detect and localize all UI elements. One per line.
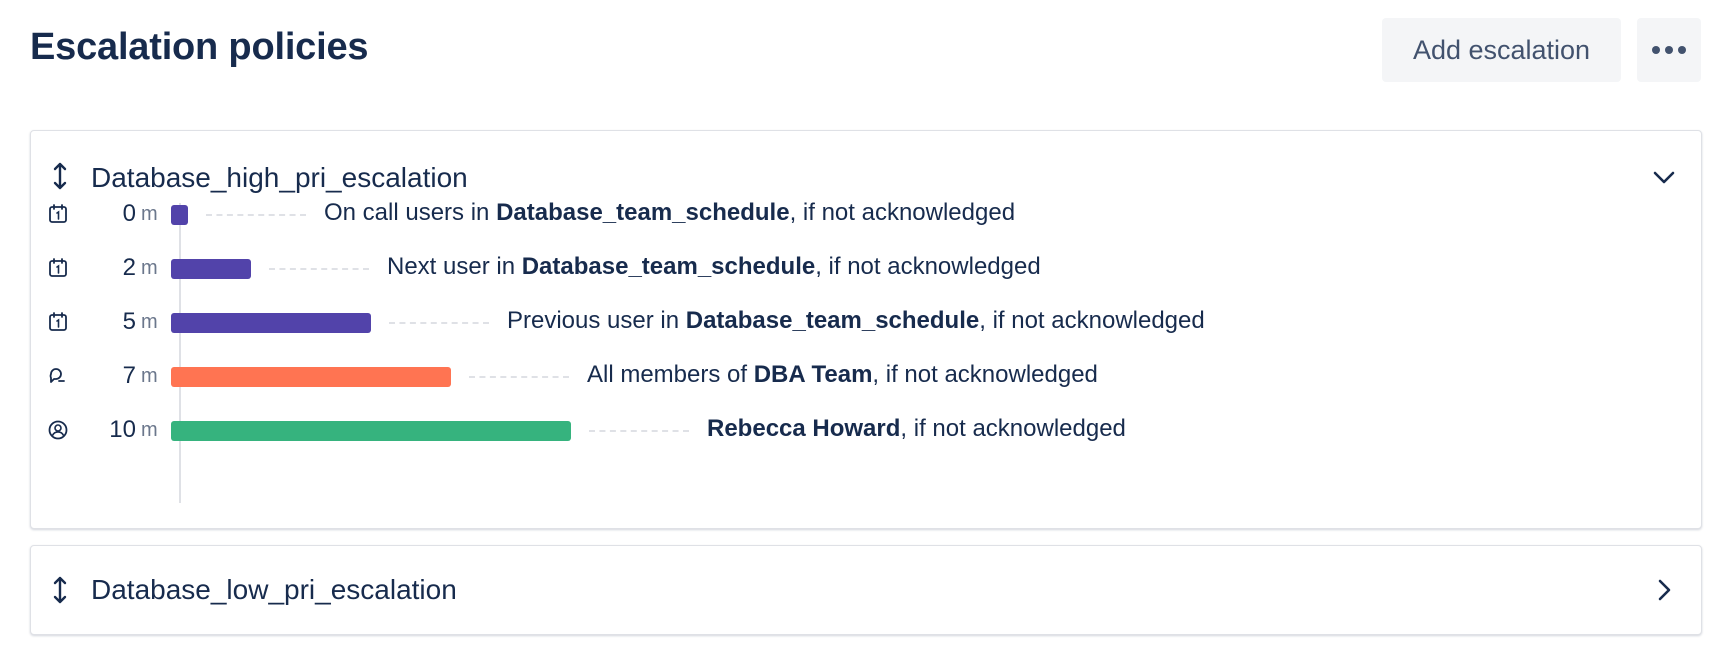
step-delay: 2	[122, 254, 136, 281]
step-delay: 5	[122, 308, 136, 335]
step-delay: 10	[109, 416, 136, 443]
step-description-prefix: Previous user in	[507, 307, 686, 334]
step-description: On call users in Database_team_schedule,…	[324, 199, 1015, 227]
step-description-suffix: , if not acknowledged	[789, 199, 1016, 226]
step-delay-unit: m	[141, 311, 158, 333]
step-description-suffix: , if not acknowledged	[872, 361, 1098, 388]
policy-header-low-pri[interactable]: Database_low_pri_escalation	[31, 546, 1701, 634]
step-delay-bar	[171, 259, 251, 279]
step-delay-unit: m	[141, 419, 158, 441]
page-title: Escalation policies	[30, 26, 369, 68]
step-delay-bar	[171, 205, 188, 225]
step-delay-unit: m	[141, 365, 158, 387]
step-connector	[206, 214, 306, 216]
step-delay: 7	[122, 362, 136, 389]
step-connector	[269, 268, 369, 270]
step-description-suffix: , if not acknowledged	[815, 253, 1041, 280]
add-escalation-button[interactable]: Add escalation	[1382, 18, 1621, 82]
step-description: Next user in Database_team_schedule, if …	[387, 253, 1041, 281]
policy-title: Database_high_pri_escalation	[91, 162, 468, 193]
calendar-icon	[49, 204, 67, 223]
step-delay-unit: m	[141, 203, 158, 225]
policy-title: Database_low_pri_escalation	[91, 574, 457, 605]
policy-card-low-pri: Database_low_pri_escalation	[30, 545, 1702, 635]
drag-handle-icon[interactable]	[49, 575, 71, 605]
escalation-step[interactable]: 5 m Previous user in Database_team_schedul…	[31, 302, 1701, 342]
policy-card-high-pri: Database_high_pri_escalation 0 m On call u…	[30, 130, 1702, 529]
step-description-suffix: , if not acknowledged	[979, 307, 1205, 334]
step-description-prefix: On call users in	[324, 199, 497, 226]
step-description-prefix: All members of	[587, 361, 754, 388]
team-icon	[49, 368, 65, 383]
step-description: All members of DBA Team, if not acknowle…	[587, 361, 1098, 389]
step-target: DBA Team	[753, 361, 873, 388]
step-connector	[389, 322, 489, 324]
step-delay-unit: m	[141, 257, 158, 279]
step-delay-bar	[171, 313, 371, 333]
step-connector	[469, 376, 569, 378]
step-delay-bar	[171, 421, 571, 441]
step-description-suffix: , if not acknowledged	[900, 415, 1126, 442]
chevron-right-icon[interactable]	[1651, 577, 1677, 603]
calendar-icon	[49, 312, 67, 331]
drag-handle-icon[interactable]	[49, 161, 71, 191]
calendar-icon	[49, 258, 67, 277]
escalation-step[interactable]: 10 m Rebecca Howard, if not acknowledged	[31, 410, 1701, 450]
escalation-step[interactable]: 7 m All members of DBA Team, if not acknow…	[31, 356, 1701, 396]
step-delay-bar	[171, 367, 451, 387]
escalation-step[interactable]: 2 m Next user in Database_team_schedule, i…	[31, 248, 1701, 288]
more-icon	[1652, 46, 1686, 54]
more-actions-button[interactable]	[1637, 18, 1701, 82]
step-target: Rebecca Howard	[707, 415, 901, 442]
step-description: Previous user in Database_team_schedule,…	[507, 307, 1205, 335]
step-connector	[589, 430, 689, 432]
step-target: Database_team_schedule	[496, 199, 790, 226]
step-delay: 0	[122, 200, 136, 227]
escalation-step[interactable]: 0 m On call users in Database_team_schedul…	[31, 194, 1701, 234]
chevron-down-icon[interactable]	[1651, 164, 1677, 190]
step-target: Database_team_schedule	[521, 253, 816, 280]
step-description: Rebecca Howard, if not acknowledged	[707, 415, 1126, 443]
user-icon	[48, 420, 68, 440]
step-target: Database_team_schedule	[685, 307, 980, 334]
step-description-prefix: Next user in	[387, 253, 522, 280]
